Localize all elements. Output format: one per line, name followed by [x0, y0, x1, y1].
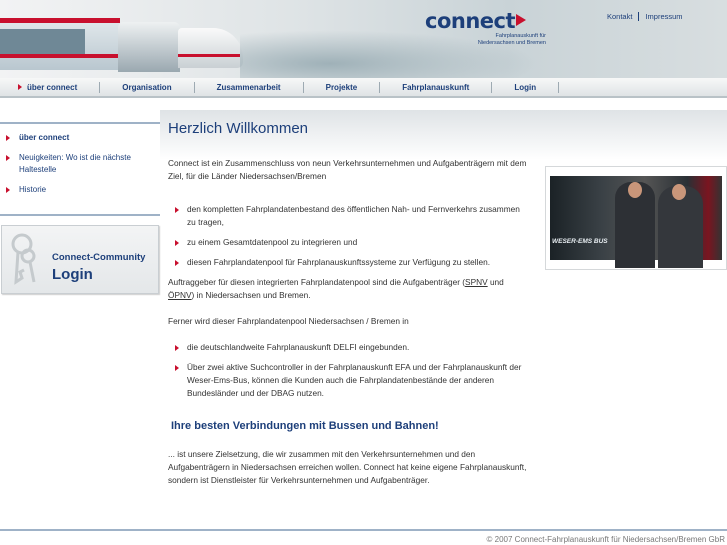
- sidebar-item-neuigkeiten[interactable]: Neuigkeiten: Wo ist die nächste Halteste…: [6, 152, 160, 176]
- nav-label: über connect: [27, 82, 78, 92]
- list-item-text: Über zwei aktive Suchcontroller in der F…: [187, 362, 522, 398]
- nav-ueber-connect[interactable]: über connect: [10, 81, 101, 93]
- auftraggeber-text: Auftraggeber für diesen integrierten Fah…: [168, 276, 528, 302]
- arrow-right-icon: [18, 83, 22, 90]
- keys-icon: [11, 233, 36, 285]
- text: und: [487, 277, 504, 287]
- link-impressum[interactable]: Impressum: [638, 12, 688, 21]
- nav-zusammenarbeit[interactable]: Zusammenarbeit: [195, 81, 304, 93]
- sidebar-item-label: Neuigkeiten: Wo ist die nächste Halteste…: [19, 153, 131, 174]
- logo-arrow-icon: [516, 14, 527, 26]
- text: ) in Niedersachsen und Bremen.: [191, 290, 311, 300]
- arrow-right-icon: [175, 365, 179, 371]
- main-nav: über connect Organisation Zusammenarbeit…: [0, 78, 727, 98]
- logo-sub-1: Fahrplanauskunft für: [495, 33, 546, 39]
- logo-text: connect: [425, 9, 516, 33]
- face: [628, 182, 642, 198]
- arrow-right-icon: [6, 187, 10, 193]
- integration-list: die deutschlandweite Fahrplanauskunft DE…: [168, 341, 528, 400]
- nav-fahrplanauskunft[interactable]: Fahrplanauskunft: [380, 81, 493, 93]
- face: [672, 184, 686, 200]
- list-item: zu einem Gesamtdatenpool zu integrieren …: [168, 236, 528, 249]
- bus-lettering: WESER-EMS BUS: [552, 238, 608, 245]
- list-item: die deutschlandweite Fahrplanauskunft DE…: [168, 341, 528, 354]
- sidebar: über connect Neuigkeiten: Wo ist die näc…: [0, 122, 160, 216]
- arrow-right-icon: [175, 260, 179, 266]
- list-item: Über zwei aktive Suchcontroller in der F…: [168, 361, 528, 400]
- divider: [0, 214, 160, 216]
- logo-sub-2: Niedersachsen und Bremen: [477, 40, 546, 46]
- header-banner: connect Fahrplanauskunft für Niedersachse…: [0, 0, 727, 78]
- list-item-text: diesen Fahrplandatenpool für Fahrplanaus…: [187, 257, 491, 267]
- arrow-right-icon: [175, 207, 179, 213]
- page-title: Herzlich Willkommen: [168, 120, 309, 137]
- list-item-text: den kompletten Fahrplandatenbestand des …: [187, 204, 520, 227]
- login-box-title: Connect-Community: [52, 252, 146, 263]
- arrow-right-icon: [6, 155, 10, 161]
- sidebar-item-label: über connect: [19, 133, 70, 142]
- community-login-button[interactable]: Connect-Community Login: [1, 225, 159, 294]
- footer-copyright: © 2007 Connect-Fahrplanauskunft für Nied…: [486, 535, 725, 544]
- sidebar-item-historie[interactable]: Historie: [6, 184, 160, 196]
- intro-text: Connect ist ein Zusammenschluss von neun…: [168, 158, 527, 181]
- ferner-text: Ferner wird dieser Fahrplandatenpool Nie…: [168, 316, 409, 326]
- tram-graphic: [118, 22, 180, 72]
- footer-divider: [0, 529, 727, 531]
- closing-text: ... ist unsere Zielsetzung, die wir zusa…: [168, 449, 527, 485]
- team-photo: WESER-EMS BUS: [545, 166, 727, 270]
- arrow-right-icon: [175, 345, 179, 351]
- train-graphic: [178, 28, 243, 68]
- sidebar-item-ueber-connect[interactable]: über connect: [6, 132, 160, 144]
- list-item-text: die deutschlandweite Fahrplanauskunft DE…: [187, 342, 410, 352]
- list-item-text: zu einem Gesamtdatenpool zu integrieren …: [187, 237, 358, 247]
- link-kontakt[interactable]: Kontakt: [601, 12, 638, 21]
- nav-organisation[interactable]: Organisation: [100, 81, 195, 93]
- login-box-label: Login: [52, 266, 93, 283]
- connect-logo[interactable]: connect: [425, 9, 527, 33]
- nav-login[interactable]: Login: [492, 81, 560, 93]
- sidebar-item-label: Historie: [19, 185, 47, 194]
- arrow-right-icon: [6, 135, 10, 141]
- list-item: den kompletten Fahrplandatenbestand des …: [168, 203, 528, 229]
- bus-graphic: [0, 18, 120, 70]
- main-content: Herzlich Willkommen Connect ist ein Zusa…: [168, 120, 528, 500]
- text: Auftraggeber für diesen integrierten Fah…: [168, 277, 466, 287]
- nav-projekte[interactable]: Projekte: [304, 81, 381, 93]
- link-spnv[interactable]: SPNV: [465, 277, 488, 287]
- link-oepnv[interactable]: ÖPNV: [168, 290, 192, 300]
- list-item: diesen Fahrplandatenpool für Fahrplanaus…: [168, 256, 528, 269]
- top-links: Kontakt Impressum: [601, 12, 689, 21]
- goals-list: den kompletten Fahrplandatenbestand des …: [168, 203, 528, 269]
- arrow-right-icon: [175, 240, 179, 246]
- section-subtitle: Ihre besten Verbindungen mit Bussen und …: [171, 420, 439, 432]
- logo-subtitle: Fahrplanauskunft für Niedersachsen und Br…: [460, 33, 546, 47]
